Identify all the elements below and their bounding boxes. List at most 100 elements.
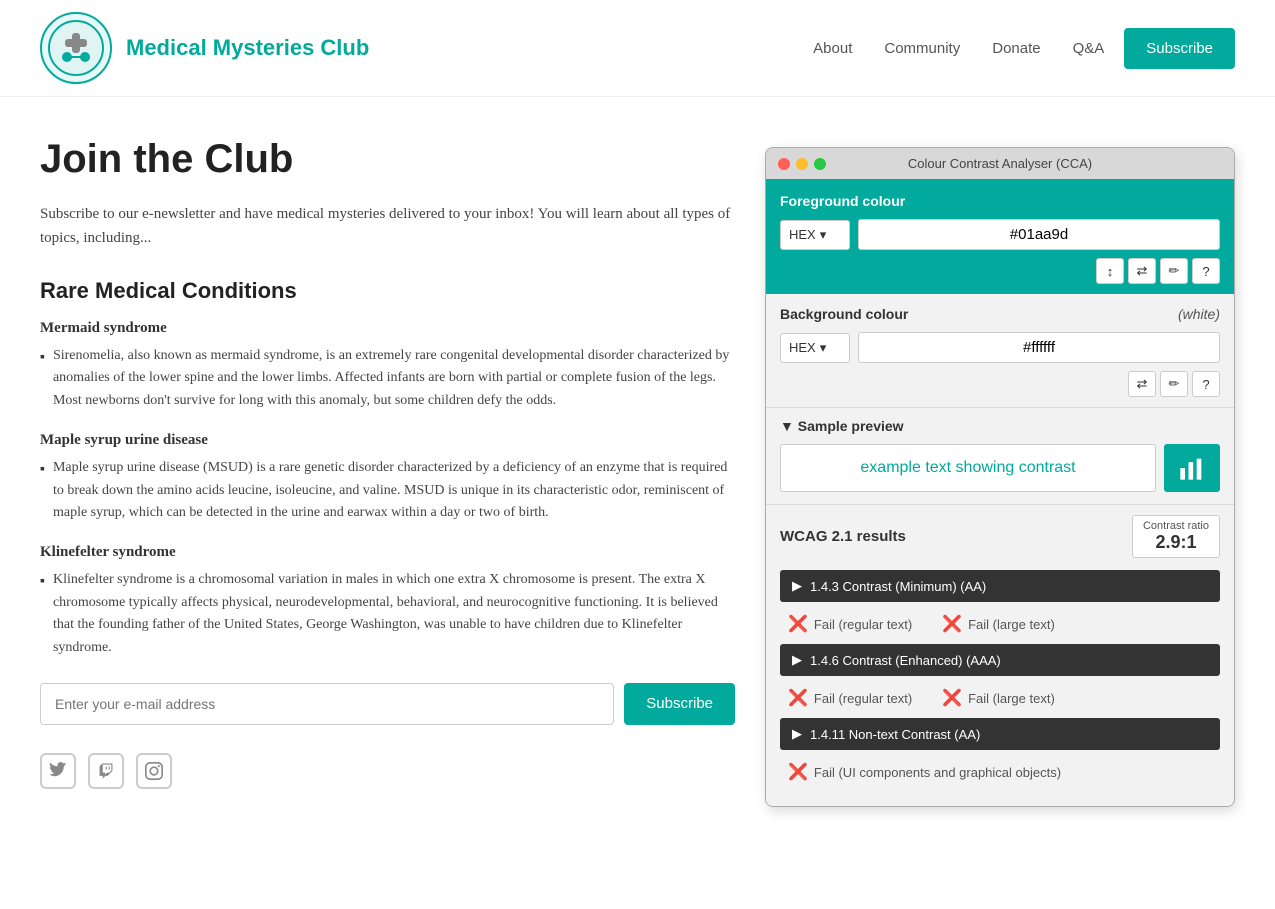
background-section: Background colour (white) HEX ▾ ⇄ ✏ ? (766, 294, 1234, 408)
bg-tools-row: ⇄ ✏ ? (780, 371, 1220, 397)
condition-list-maple: Maple syrup urine disease (MSUD) is a ra… (40, 457, 735, 524)
condition-list-klinefelter: Klinefelter syndrome is a chromosomal va… (40, 569, 735, 659)
main-nav: About Community Donate Q&A Subscribe (801, 28, 1235, 69)
list-item: Maple syrup urine disease (MSUD) is a ra… (40, 457, 735, 524)
logo-area: Medical Mysteries Club (40, 12, 369, 84)
header: Medical Mysteries Club About Community D… (0, 0, 1275, 97)
bg-white-label: (white) (1178, 306, 1220, 322)
close-button[interactable] (778, 158, 790, 170)
result-143-regular: ❌ Fail (regular text) (788, 614, 912, 634)
foreground-section: Foreground colour HEX ▾ ↕ ⇄ ✏ ? (766, 179, 1234, 294)
list-item-text: Maple syrup urine disease (MSUD) is a ra… (53, 457, 735, 524)
condition-heading-maple: Maple syrup urine disease (40, 432, 735, 449)
list-item-text: Klinefelter syndrome is a chromosomal va… (53, 569, 735, 659)
maximize-button[interactable] (814, 158, 826, 170)
cca-titlebar: Colour Contrast Analyser (CCA) (766, 148, 1234, 179)
criterion-146[interactable]: ▶ 1.4.6 Contrast (Enhanced) (AAA) (780, 644, 1220, 676)
cca-title: Colour Contrast Analyser (CCA) (908, 156, 1092, 171)
bg-header: Background colour (white) (780, 306, 1220, 322)
logo (40, 12, 112, 84)
intro-text: Subscribe to our e-newsletter and have m… (40, 202, 735, 250)
preview-text: example text showing contrast (860, 459, 1075, 477)
criterion-1411-label: 1.4.11 Non-text Contrast (AA) (810, 727, 980, 742)
instagram-icon[interactable] (136, 753, 172, 789)
criterion-1411-results: ❌ Fail (UI components and graphical obje… (780, 758, 1220, 792)
twitter-icon[interactable] (40, 753, 76, 789)
result-143-large-text: Fail (large text) (968, 617, 1055, 632)
content-area: Join the Club Subscribe to our e-newslet… (40, 137, 735, 807)
preview-label: ▼ Sample preview (780, 418, 1220, 434)
nav-community[interactable]: Community (872, 34, 972, 63)
result-146-regular-text: Fail (regular text) (814, 691, 912, 706)
criterion-143-label: 1.4.3 Contrast (Minimum) (AA) (810, 579, 986, 594)
criterion-143[interactable]: ▶ 1.4.3 Contrast (Minimum) (AA) (780, 570, 1220, 602)
rare-conditions-heading: Rare Medical Conditions (40, 278, 735, 304)
main-content: Join the Club Subscribe to our e-newslet… (0, 97, 1275, 847)
result-1411: ❌ Fail (UI components and graphical obje… (788, 762, 1061, 782)
criterion-146-label: 1.4.6 Contrast (Enhanced) (AAA) (810, 653, 1001, 668)
bg-format-select[interactable]: HEX ▾ (780, 333, 850, 363)
condition-heading-mermaid: Mermaid syndrome (40, 320, 735, 337)
criterion-1411[interactable]: ▶ 1.4.11 Non-text Contrast (AA) (780, 718, 1220, 750)
bg-help-button[interactable]: ? (1192, 371, 1220, 397)
bg-dropdown-icon: ▾ (820, 340, 827, 356)
preview-section: ▼ Sample preview example text showing co… (766, 408, 1234, 505)
fg-compare-button[interactable]: ⇄ (1128, 258, 1156, 284)
result-146-large-text: Fail (large text) (968, 691, 1055, 706)
contrast-ratio-box: Contrast ratio 2.9:1 (1132, 515, 1220, 558)
wcag-section: WCAG 2.1 results Contrast ratio 2.9:1 ▶ … (766, 505, 1234, 806)
wcag-header: WCAG 2.1 results Contrast ratio 2.9:1 (780, 515, 1220, 558)
traffic-lights (778, 158, 826, 170)
bg-picker-button[interactable]: ✏ (1160, 371, 1188, 397)
nav-qa[interactable]: Q&A (1061, 34, 1117, 63)
email-subscribe-button[interactable]: Subscribe (624, 683, 735, 725)
fail-icon: ❌ (788, 614, 808, 634)
fg-swap-button[interactable]: ↕ (1096, 258, 1124, 284)
result-146-large: ❌ Fail (large text) (942, 688, 1055, 708)
contrast-ratio-value: 2.9:1 (1143, 532, 1209, 553)
bg-compare-button[interactable]: ⇄ (1128, 371, 1156, 397)
list-item: Klinefelter syndrome is a chromosomal va… (40, 569, 735, 659)
bg-hex-input[interactable] (858, 332, 1220, 363)
fg-picker-button[interactable]: ✏ (1160, 258, 1188, 284)
fg-help-button[interactable]: ? (1192, 258, 1220, 284)
condition-list-mermaid: Sirenomelia, also known as mermaid syndr… (40, 345, 735, 412)
background-label: Background colour (780, 306, 908, 322)
nav-donate[interactable]: Donate (980, 34, 1052, 63)
email-form: Subscribe (40, 683, 735, 725)
list-item-text: Sirenomelia, also known as mermaid syndr… (53, 345, 735, 412)
wcag-title: WCAG 2.1 results (780, 528, 906, 545)
cca-panel: Colour Contrast Analyser (CCA) Foregroun… (765, 147, 1235, 807)
foreground-label: Foreground colour (780, 193, 1220, 209)
email-input[interactable] (40, 683, 614, 725)
header-subscribe-button[interactable]: Subscribe (1124, 28, 1235, 69)
fg-format-select[interactable]: HEX ▾ (780, 220, 850, 250)
preview-chart-button[interactable] (1164, 444, 1220, 492)
fail-icon: ❌ (942, 614, 962, 634)
site-title: Medical Mysteries Club (126, 35, 369, 61)
contrast-ratio-label: Contrast ratio (1143, 520, 1209, 532)
page-heading: Join the Club (40, 137, 735, 182)
preview-text-box: example text showing contrast (780, 444, 1156, 492)
criterion-143-arrow: ▶ (792, 578, 802, 594)
bg-format-label: HEX (789, 340, 816, 355)
condition-heading-klinefelter: Klinefelter syndrome (40, 544, 735, 561)
social-icons (40, 753, 735, 789)
result-1411-text: Fail (UI components and graphical object… (814, 765, 1061, 780)
twitch-icon[interactable] (88, 753, 124, 789)
criterion-146-results: ❌ Fail (regular text) ❌ Fail (large text… (780, 684, 1220, 718)
fg-hex-input[interactable] (858, 219, 1220, 250)
fg-color-row: HEX ▾ (780, 219, 1220, 250)
fg-dropdown-icon: ▾ (820, 227, 827, 243)
fg-tools-row: ↕ ⇄ ✏ ? (780, 258, 1220, 284)
criterion-146-arrow: ▶ (792, 652, 802, 668)
criterion-1411-arrow: ▶ (792, 726, 802, 742)
result-143-large: ❌ Fail (large text) (942, 614, 1055, 634)
bg-color-row: HEX ▾ (780, 332, 1220, 363)
nav-about[interactable]: About (801, 34, 864, 63)
minimize-button[interactable] (796, 158, 808, 170)
list-item: Sirenomelia, also known as mermaid syndr… (40, 345, 735, 412)
preview-row: example text showing contrast (780, 444, 1220, 492)
cca-window: Colour Contrast Analyser (CCA) Foregroun… (765, 147, 1235, 807)
fg-format-label: HEX (789, 227, 816, 242)
